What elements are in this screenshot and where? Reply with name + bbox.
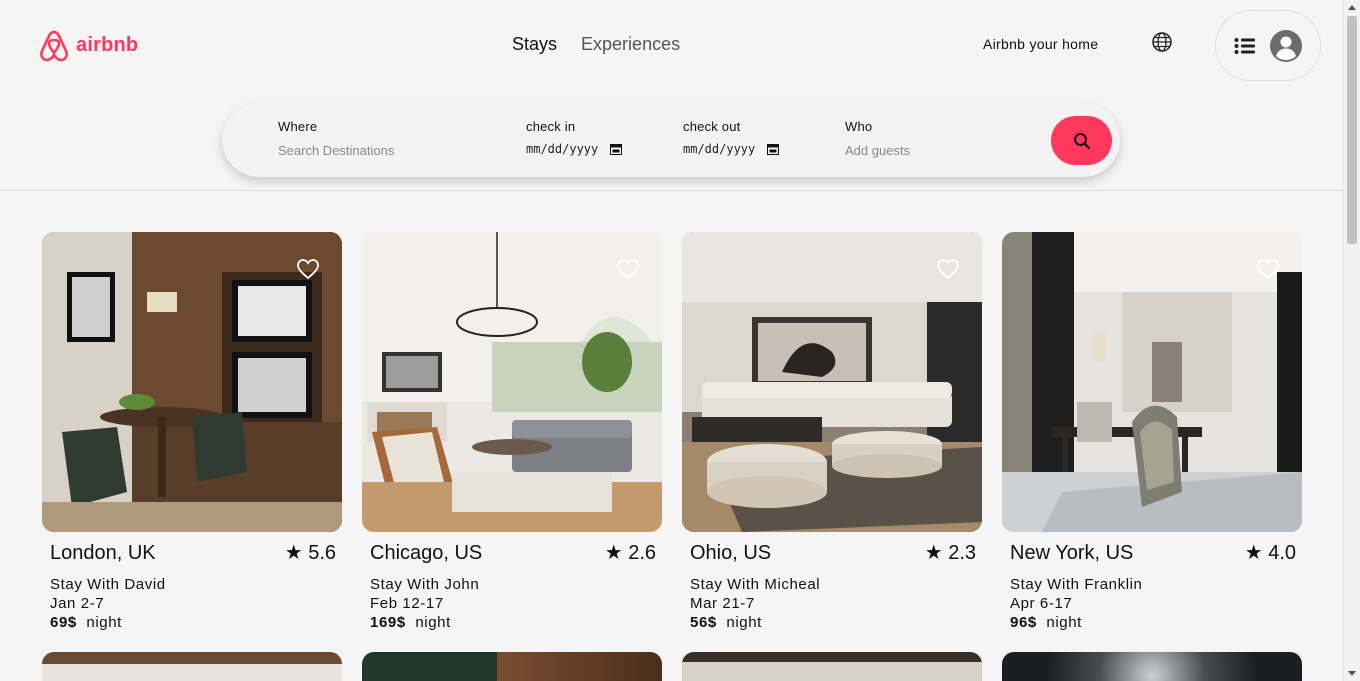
listing-price: 96$ bbox=[1010, 614, 1037, 631]
airbnb-your-home-link[interactable]: Airbnb your home bbox=[983, 36, 1098, 52]
listing-host: Stay With John bbox=[370, 576, 480, 593]
calendar-icon[interactable] bbox=[767, 143, 780, 155]
search-bar: Where check in mm/dd/yyyy check out mm/d… bbox=[222, 103, 1120, 177]
listing-card[interactable]: London, UK ★ 5.6 Stay With David Jan 2-7… bbox=[42, 232, 342, 632]
listing-price-unit: night bbox=[86, 614, 122, 631]
listing-price-row: 56$ night bbox=[682, 613, 982, 632]
scroll-thumb[interactable] bbox=[1347, 16, 1357, 244]
listing-photo-partial[interactable] bbox=[682, 652, 982, 681]
listing-price: 69$ bbox=[50, 614, 77, 631]
calendar-icon[interactable] bbox=[610, 143, 623, 155]
profile-menu-button[interactable] bbox=[1215, 10, 1321, 81]
checkout-field: check out mm/dd/yyyy bbox=[683, 119, 780, 156]
listing-price-unit: night bbox=[1046, 614, 1082, 631]
listing-rating: ★ 2.3 bbox=[924, 542, 976, 564]
listing-location: Chicago, US bbox=[370, 542, 483, 564]
where-label: Where bbox=[278, 119, 318, 134]
listing-photo-partial[interactable] bbox=[42, 652, 342, 681]
listing-photo[interactable] bbox=[682, 232, 982, 532]
listing-dates: Mar 21-7 bbox=[690, 595, 755, 612]
logo-text: airbnb bbox=[76, 33, 139, 56]
airbnb-logo-icon bbox=[40, 30, 68, 62]
tab-experiences[interactable]: Experiences bbox=[581, 34, 680, 55]
listing-photo-partial[interactable] bbox=[1002, 652, 1302, 681]
checkout-date-value: mm/dd/yyyy bbox=[683, 142, 756, 156]
user-avatar-icon bbox=[1270, 29, 1302, 62]
search-icon bbox=[1073, 132, 1090, 149]
page: airbnb Stays Experiences Airbnb your hom… bbox=[0, 0, 1343, 681]
where-input[interactable] bbox=[278, 143, 478, 158]
listing-price: 56$ bbox=[690, 614, 717, 631]
checkout-label: check out bbox=[683, 119, 741, 134]
listing-dates: Apr 6-17 bbox=[1010, 595, 1073, 612]
listing-price: 169$ bbox=[370, 614, 406, 631]
listing-host: Stay With Franklin bbox=[1010, 576, 1143, 593]
listing-price-row: 96$ night bbox=[1002, 613, 1302, 632]
listing-price-unit: night bbox=[415, 614, 451, 631]
listing-header: Chicago, US ★ 2.6 bbox=[362, 540, 662, 565]
listing-location: New York, US bbox=[1010, 542, 1134, 564]
listing-rating: ★ 5.6 bbox=[284, 542, 336, 564]
search-button[interactable] bbox=[1051, 116, 1112, 165]
listing-card[interactable]: Chicago, US ★ 2.6 Stay With John Feb 12-… bbox=[362, 232, 662, 632]
listing-host: Stay With Micheal bbox=[690, 576, 821, 593]
heart-icon[interactable] bbox=[296, 258, 320, 280]
page-scrollbar[interactable] bbox=[1343, 0, 1360, 681]
nav-tabs: Stays Experiences bbox=[512, 34, 680, 55]
listing-photo[interactable] bbox=[1002, 232, 1302, 532]
checkin-date-value: mm/dd/yyyy bbox=[526, 142, 599, 156]
list-menu-icon bbox=[1234, 37, 1255, 54]
listing-header: London, UK ★ 5.6 bbox=[42, 540, 342, 565]
checkin-field: check in mm/dd/yyyy bbox=[526, 119, 623, 156]
listing-photo-partial[interactable] bbox=[362, 652, 662, 681]
listing-location: London, UK bbox=[50, 542, 156, 564]
listing-price-row: 169$ night bbox=[362, 613, 662, 632]
heart-icon[interactable] bbox=[616, 258, 640, 280]
listing-price-row: 69$ night bbox=[42, 613, 342, 632]
listing-price-unit: night bbox=[726, 614, 762, 631]
listing-card[interactable]: New York, US ★ 4.0 Stay With Franklin Ap… bbox=[1002, 232, 1302, 632]
scroll-down-arrow-icon[interactable] bbox=[1348, 671, 1356, 676]
listing-host: Stay With David bbox=[50, 576, 166, 593]
listing-header: New York, US ★ 4.0 bbox=[1002, 540, 1302, 565]
listing-dates: Feb 12-17 bbox=[370, 595, 444, 612]
tab-stays[interactable]: Stays bbox=[512, 34, 557, 55]
scroll-up-arrow-icon[interactable] bbox=[1348, 5, 1356, 10]
listing-photo[interactable] bbox=[362, 232, 662, 532]
guests-input[interactable] bbox=[845, 143, 1005, 158]
listing-location: Ohio, US bbox=[690, 542, 772, 564]
listing-photo[interactable] bbox=[42, 232, 342, 532]
globe-icon[interactable] bbox=[1151, 31, 1173, 53]
listing-card[interactable]: Ohio, US ★ 2.3 Stay With Micheal Mar 21-… bbox=[682, 232, 982, 632]
header-divider bbox=[0, 190, 1343, 191]
listing-dates: Jan 2-7 bbox=[50, 595, 105, 612]
listing-header: Ohio, US ★ 2.3 bbox=[682, 540, 982, 565]
checkout-date-input[interactable]: mm/dd/yyyy bbox=[683, 142, 780, 156]
where-field: Where bbox=[278, 119, 478, 160]
who-field: Who bbox=[845, 119, 1005, 160]
listing-rating: ★ 2.6 bbox=[604, 542, 656, 564]
heart-icon[interactable] bbox=[1256, 258, 1280, 280]
who-label: Who bbox=[845, 119, 873, 134]
airbnb-logo[interactable]: airbnb bbox=[38, 28, 138, 62]
heart-icon[interactable] bbox=[936, 258, 960, 280]
checkin-label: check in bbox=[526, 119, 576, 134]
listing-rating: ★ 4.0 bbox=[1244, 542, 1296, 564]
checkin-date-input[interactable]: mm/dd/yyyy bbox=[526, 142, 623, 156]
